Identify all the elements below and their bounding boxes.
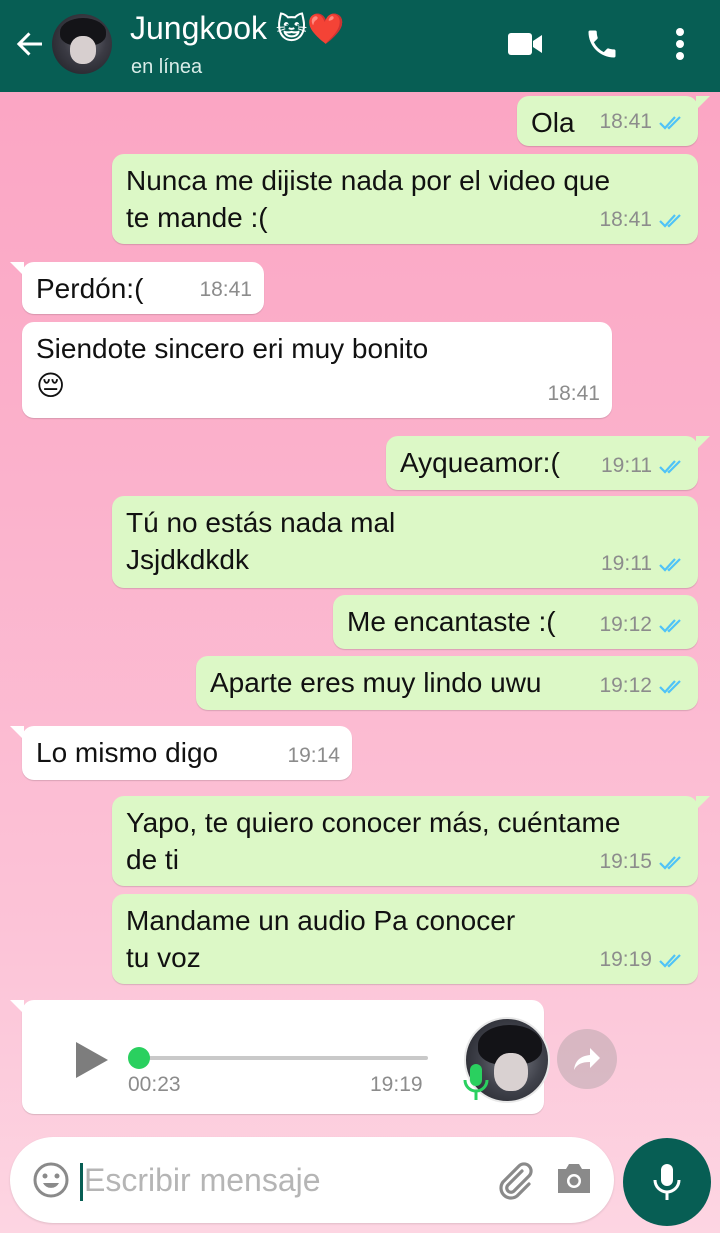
read-ticks-icon: [659, 953, 681, 968]
message-bubble-outgoing[interactable]: Me encantaste :( 19:12: [333, 595, 698, 649]
voice-note-bubble: 00:23 19:19: [10, 1000, 550, 1114]
read-ticks-icon: [659, 213, 681, 228]
message-text: Me encantaste :(: [347, 606, 556, 637]
message-text: Tú no estás nada mal Jsjdkdkdk: [126, 507, 396, 575]
message-time: 18:41: [547, 382, 600, 405]
voice-duration: 00:23: [128, 1073, 181, 1096]
contact-status: en línea: [131, 56, 203, 78]
forward-button[interactable]: [557, 1029, 617, 1089]
video-call-icon[interactable]: [506, 30, 544, 63]
message-bubble-outgoing[interactable]: Aparte eres muy lindo uwu 19:12: [196, 656, 698, 710]
message-input-bar: Escribir mensaje: [10, 1137, 614, 1223]
message-time: 19:12: [599, 674, 652, 697]
message-time: 18:41: [599, 208, 652, 231]
message-meta: 18:41: [199, 271, 252, 308]
message-input[interactable]: Escribir mensaje: [84, 1162, 321, 1199]
message-bubble-incoming[interactable]: Perdón:( 18:41: [10, 262, 264, 314]
more-vert-icon[interactable]: [670, 24, 690, 69]
mic-icon: [653, 1164, 681, 1200]
message-time: 19:15: [599, 850, 652, 873]
message-text: Ola: [531, 107, 575, 138]
message-meta: 19:12: [599, 606, 686, 643]
attach-icon[interactable]: [494, 1159, 536, 1206]
message-meta: 19:11: [601, 545, 686, 582]
message-meta: 19:19: [599, 941, 686, 978]
read-ticks-icon: [659, 459, 681, 474]
message-time: 19:14: [287, 744, 340, 767]
contact-avatar[interactable]: [52, 14, 112, 74]
message-time: 18:41: [599, 110, 652, 133]
message-meta: 18:41: [599, 201, 686, 238]
message-time: 19:19: [599, 948, 652, 971]
phone-icon[interactable]: [584, 26, 620, 67]
voice-progress-track[interactable]: [138, 1056, 428, 1060]
read-ticks-icon: [659, 618, 681, 633]
message-text: Perdón:(: [36, 273, 144, 304]
message-time: 19:11: [601, 454, 652, 477]
message-time: 18:41: [199, 278, 252, 301]
message-bubble-incoming[interactable]: Siendote sincero eri muy bonito 😔 18:41: [22, 322, 612, 418]
voice-progress-thumb[interactable]: [128, 1047, 150, 1069]
message-bubble-outgoing[interactable]: Nunca me dijiste nada por el video que t…: [112, 154, 698, 244]
read-ticks-icon: [659, 115, 681, 130]
message-text: Nunca me dijiste nada por el video que t…: [126, 165, 611, 233]
read-ticks-icon: [659, 557, 681, 572]
chat-header: Jungkook 😺❤️ en línea: [0, 0, 720, 92]
message-text: Aparte eres muy lindo uwu: [210, 667, 542, 698]
message-text: Lo mismo digo: [36, 737, 219, 768]
emoji-icon[interactable]: [32, 1161, 70, 1204]
voice-time: 19:19: [370, 1073, 423, 1096]
message-text: Mandame un audio Pa conocer tu voz: [126, 905, 516, 973]
message-bubble-incoming[interactable]: Lo mismo digo 19:14: [10, 726, 352, 780]
back-arrow-icon[interactable]: [12, 26, 48, 62]
contact-name-text: Jungkook: [130, 10, 267, 46]
message-text: Ayqueamor:(: [400, 447, 560, 478]
message-meta: 19:15: [599, 843, 686, 880]
message-text: Yapo, te quiero conocer más, cuéntame de…: [126, 807, 621, 875]
read-ticks-icon: [659, 679, 681, 694]
message-bubble-outgoing[interactable]: Tú no estás nada mal Jsjdkdkdk 19:11: [112, 496, 698, 588]
message-meta: 19:14: [287, 737, 340, 774]
message-meta: 18:41: [599, 103, 686, 140]
message-bubble-outgoing[interactable]: Mandame un audio Pa conocer tu voz 19:19: [112, 894, 698, 984]
voice-mic-icon: [462, 1062, 490, 1107]
message-text: Siendote sincero eri muy bonito 😔: [36, 333, 429, 401]
message-bubble-outgoing[interactable]: Ayqueamor:( 19:11: [386, 436, 710, 490]
forward-icon: [574, 1048, 600, 1070]
record-voice-button[interactable]: [623, 1138, 711, 1226]
message-meta: 19:12: [599, 667, 686, 704]
read-ticks-icon: [659, 855, 681, 870]
message-time: 19:11: [601, 552, 652, 575]
camera-icon[interactable]: [554, 1161, 594, 1202]
contact-name[interactable]: Jungkook 😺❤️: [130, 10, 345, 47]
message-bubble-outgoing[interactable]: Ola 18:41: [517, 96, 710, 146]
text-caret: [80, 1163, 83, 1201]
play-icon[interactable]: [72, 1040, 112, 1085]
message-meta: 18:41: [547, 375, 600, 412]
message-time: 19:12: [599, 613, 652, 636]
message-bubble-outgoing[interactable]: Yapo, te quiero conocer más, cuéntame de…: [112, 796, 710, 886]
contact-name-emojis: 😺❤️: [275, 13, 345, 46]
message-meta: 19:11: [601, 447, 686, 484]
